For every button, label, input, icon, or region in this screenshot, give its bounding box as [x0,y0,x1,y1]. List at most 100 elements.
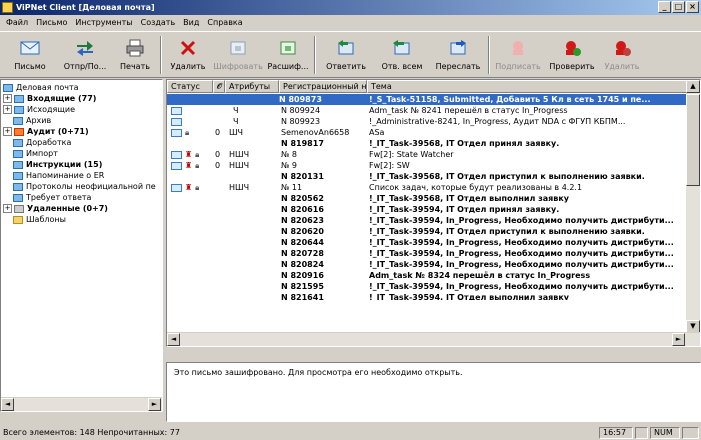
menu-message[interactable]: Письмо [32,18,71,27]
folder-icon [13,138,23,147]
column-header-reg-number[interactable]: Регистрационный номер [279,80,367,93]
paperclip-icon: 𝓞 [217,82,223,91]
table-row[interactable]: N 820623 !_IT_Task-39594, In_Progress, Н… [167,215,687,226]
sign-button[interactable]: Подписать [492,32,544,77]
table-row[interactable]: 🔒︎ 0 ШЧ SemenovAn6658 ASa [167,127,687,138]
reply-all-button[interactable]: Отв. всем [374,32,430,77]
send-receive-button[interactable]: Отпр/По... [58,32,112,77]
list-horizontal-scrollbar[interactable]: ◄ ► [167,332,700,346]
tree-item-er-reminder[interactable]: Напоминание о ER [13,170,104,181]
folder-icon [13,116,23,125]
menu-bar: Файл Письмо Инструменты Создать Вид Спра… [0,15,701,30]
scroll-left-icon[interactable]: ◄ [1,398,14,411]
menu-file[interactable]: Файл [2,18,32,27]
tree-horizontal-scrollbar[interactable]: ◄ ► [1,397,162,411]
title-bar: ViPNet Client [Деловая почта] _ □ × [0,0,701,15]
envelope-status-icon: ♜ 🔒︎ [171,182,199,193]
envelope-status-icon [171,105,182,116]
scroll-thumb[interactable] [686,94,700,186]
scroll-up-icon[interactable]: ▲ [686,80,700,93]
toolbar-separator [160,36,162,74]
encrypt-button[interactable]: Шифровать [212,32,264,77]
forward-icon [447,38,469,58]
tree-item-business-mail[interactable]: Деловая почта [3,82,79,93]
table-row[interactable]: N 820644 !_IT_Task-39594, In_Progress, Н… [167,237,687,248]
expand-icon[interactable]: + [3,94,12,103]
menu-help[interactable]: Справка [203,18,246,27]
table-row[interactable]: ♜ 🔒︎ НШЧ № 11 Список задач, которые будут… [167,182,687,193]
column-header-status[interactable]: Статус [167,80,213,93]
maximize-button[interactable]: □ [672,1,685,13]
tree-item-archive[interactable]: Архив [13,115,51,126]
new-message-button[interactable]: Письмо [2,32,58,77]
column-header-subject[interactable]: Тема [367,80,687,93]
table-row[interactable]: N 820562 !_IT_Task-39568, IT Отдел выпол… [167,193,687,204]
menu-view[interactable]: Вид [179,18,203,27]
table-row[interactable]: Ч N 809923 !_Administrative-8241, In_Pro… [167,116,687,127]
verify-button[interactable]: Проверить [544,32,600,77]
folder-icon [13,171,23,180]
table-row[interactable]: Ч N 809924 Adm_task № 8241 перешёл в ста… [167,105,687,116]
table-row[interactable]: N 820728 !_IT_Task-39594, In_Progress, Н… [167,248,687,259]
delete-signature-button[interactable]: Удалить [600,32,644,77]
table-row[interactable]: ♜ 🔒︎ 0 НШЧ № 9 Fw[2]: SW [167,160,687,171]
decrypt-button[interactable]: Расшиф... [264,32,312,77]
folder-icon [14,94,24,103]
delete-button[interactable]: Удалить [164,32,212,77]
tree-item-deleted[interactable]: + Удаленные (0+7) [3,203,108,214]
table-row[interactable]: N 820131 !_IT_Task-39568, IT Отдел прист… [167,171,687,182]
column-header-attachment[interactable]: 𝓞 [213,80,225,93]
print-button[interactable]: Печать [112,32,158,77]
toolbar: Письмо Отпр/По... Печать Удалить Шифрова… [0,31,701,78]
lock-icon: 🔒︎ [195,150,200,159]
table-row[interactable]: N 820620 !_IT_Task-39594, IT Отдел прист… [167,226,687,237]
scroll-right-icon[interactable]: ► [672,333,685,346]
envelope-status-icon [171,116,182,127]
reply-button[interactable]: Ответить [318,32,374,77]
expand-icon[interactable]: + [3,105,12,114]
tree-item-import[interactable]: Импорт [13,148,58,159]
status-bar: Всего элементов: 148 Непрочитанных: 77 1… [0,426,701,440]
seal-icon: ♜ [185,150,193,159]
status-panel-empty [682,427,699,439]
tree-item-templates[interactable]: Шаблоны [13,214,66,225]
scroll-right-icon[interactable]: ► [148,398,161,411]
table-row[interactable]: N 820824 !_IT_Task-39594, In_Progress, Н… [167,259,687,270]
tree-item-inbox[interactable]: + Входящие (77) [3,93,96,104]
lock-icon: 🔒︎ [195,183,200,192]
expand-icon[interactable]: + [3,204,12,213]
tree-item-outbox[interactable]: + Исходящие [3,104,75,115]
table-row[interactable]: N 819817 !_IT_Task-39568, IT Отдел приня… [167,138,687,149]
folder-icon [13,215,23,224]
minimize-button[interactable]: _ [658,1,671,13]
tree-item-audit[interactable]: + Аудит (0+71) [3,126,89,137]
expand-icon[interactable]: + [3,127,12,136]
tree-item-requires-reply[interactable]: Требует ответа [13,192,91,203]
scroll-left-icon[interactable]: ◄ [167,333,180,346]
envelope-icon [19,38,41,58]
tree-item-rework[interactable]: Доработка [13,137,71,148]
table-row[interactable]: N 821595 !_IT_Task-39594, In_Progress, Н… [167,281,687,292]
table-row[interactable]: N 820616 !_IT_Task-39594, IT Отдел приня… [167,204,687,215]
reply-icon [335,38,357,58]
menu-create[interactable]: Создать [137,18,180,27]
folder-icon [13,182,23,191]
status-panel-empty [635,427,648,439]
forward-button[interactable]: Переслать [430,32,486,77]
sign-icon [507,38,529,58]
table-row[interactable]: N 809873 !_S_Task-51158, Submitted, Доба… [167,94,687,105]
menu-tools[interactable]: Инструменты [71,18,136,27]
seal-icon: ♜ [185,183,193,192]
envelope-status-icon: ♜ 🔒︎ [171,160,199,171]
tree-item-instructions[interactable]: Инструкции (15) [13,159,102,170]
verify-icon [561,38,583,58]
close-button[interactable]: × [686,1,699,13]
list-vertical-scrollbar[interactable]: ▲ ▼ [686,80,700,334]
table-row[interactable]: N 820916 Adm_task № 8324 перешёл в стату… [167,270,687,281]
table-row[interactable]: ♜ 🔒︎ 0 НШЧ № 8 Fw[2]: State Watcher [167,149,687,160]
table-row[interactable]: N 821641 !_IT_Task-39594, IT Отдел выпол… [167,292,687,300]
status-text: Всего элементов: 148 Непрочитанных: 77 [3,428,180,437]
column-header-attributes[interactable]: Атрибуты [225,80,279,93]
encrypt-icon [227,38,249,58]
tree-item-unofficial-protocols[interactable]: Протоколы неофициальной пе [13,181,156,192]
